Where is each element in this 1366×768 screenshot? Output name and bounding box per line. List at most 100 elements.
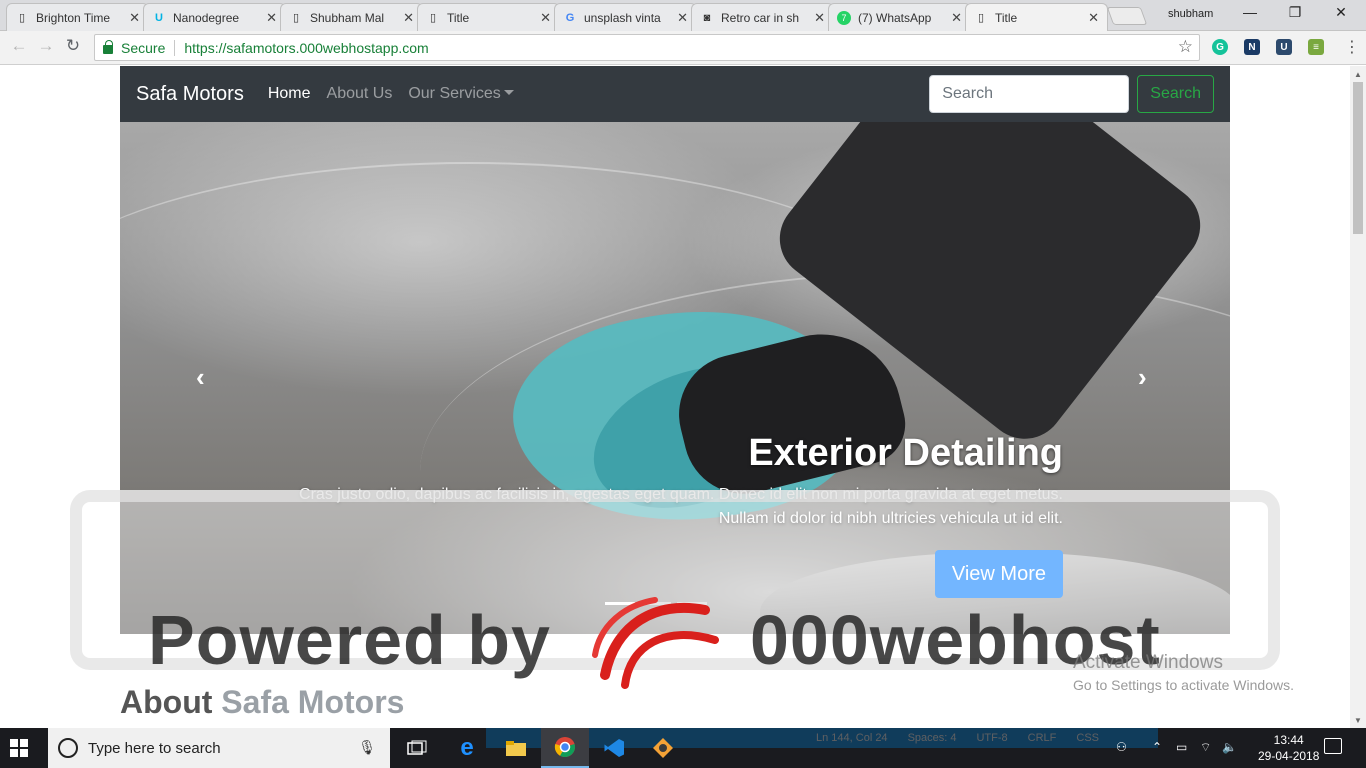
grammarly-icon[interactable]: G — [1212, 39, 1228, 55]
close-tab-icon[interactable]: ✕ — [266, 10, 277, 26]
microphone-icon[interactable]: 🎙 — [358, 739, 376, 756]
close-tab-icon[interactable]: ✕ — [540, 10, 551, 26]
google-icon: G — [565, 11, 575, 24]
git-kraken-icon[interactable] — [639, 728, 687, 768]
maximize-icon[interactable]: ❐ — [1285, 4, 1305, 21]
editor-status-item: Spaces: 4 — [907, 732, 957, 744]
editor-status-item: UTF-8 — [976, 732, 1008, 744]
extension-sheet-icon[interactable]: ≡ — [1308, 39, 1324, 55]
browser-tab[interactable]: ▯ Title ✕ — [417, 3, 560, 31]
taskbar-search-placeholder: Type here to search — [88, 739, 221, 757]
windows-taskbar: Type here to search 🎙 Ln 144, Col 24 Spa… — [0, 728, 1366, 768]
tab-title: Title — [447, 10, 470, 25]
taskbar-search-box[interactable]: Type here to search 🎙 — [48, 728, 390, 768]
windows-start-icon[interactable] — [10, 739, 28, 757]
file-explorer-icon[interactable] — [492, 728, 540, 768]
clock-date: 29-04-2018 — [1258, 749, 1320, 763]
new-tab-button[interactable] — [1106, 7, 1148, 25]
browser-tab[interactable]: ◙ Retro car in sh ✕ — [691, 3, 834, 31]
close-window-icon[interactable]: ✕ — [1331, 4, 1351, 21]
profile-name[interactable]: shubham — [1168, 8, 1213, 20]
nav-services-label: Our Services — [408, 85, 501, 102]
scroll-down-icon[interactable]: ▼ — [1354, 716, 1362, 725]
divider — [174, 39, 176, 56]
about-heading: About Safa Motors — [120, 684, 404, 721]
browser-tab[interactable]: G unsplash vinta ✕ — [554, 3, 697, 31]
battery-icon[interactable]: ▭ — [1176, 740, 1187, 754]
browser-tab[interactable]: 7 (7) WhatsApp ✕ — [828, 3, 971, 31]
activate-title: Activate Windows — [1073, 652, 1223, 673]
browser-tab[interactable]: U Nanodegree ✕ — [143, 3, 286, 31]
page-icon: ▯ — [429, 12, 437, 24]
000webhost-logo-icon — [592, 597, 719, 689]
secure-label: Secure — [121, 39, 166, 56]
close-tab-icon[interactable]: ✕ — [129, 10, 140, 26]
nav-about[interactable]: About Us — [327, 85, 393, 103]
scrollbar-thumb[interactable] — [1353, 82, 1363, 234]
slide-title: Exterior Detailing — [748, 432, 1063, 474]
tab-title: Nanodegree — [173, 10, 240, 25]
people-icon[interactable]: ⚇ — [1116, 740, 1127, 754]
reload-icon[interactable]: ↻ — [62, 36, 84, 56]
nav-services-dropdown[interactable]: Our Services — [408, 85, 514, 103]
activate-windows-notice: Activate Windows Go to Settings to activ… — [1073, 652, 1294, 693]
about-heading-highlight: Safa Motors — [221, 684, 405, 720]
cortana-icon — [58, 738, 78, 758]
udacity-icon: U — [155, 11, 163, 24]
carousel-next-icon[interactable]: › — [1138, 362, 1147, 393]
taskbar-clock[interactable]: 13:44 29-04-2018 — [1258, 732, 1319, 764]
url-text[interactable]: https://safamotors.000webhostapp.com — [184, 40, 428, 56]
about-heading-prefix: About — [120, 684, 213, 720]
edge-icon[interactable]: e — [443, 728, 491, 768]
site-search-button[interactable]: Search — [1137, 75, 1214, 113]
task-view-icon[interactable] — [393, 728, 441, 768]
tab-title: Title — [995, 10, 1018, 25]
close-tab-icon[interactable]: ✕ — [951, 10, 962, 26]
activate-subtitle: Go to Settings to activate Windows. — [1073, 677, 1294, 693]
nav-home[interactable]: Home — [268, 85, 311, 103]
camera-icon: ◙ — [703, 11, 711, 24]
volume-icon[interactable]: 🔈 — [1222, 740, 1237, 754]
page-scrollbar[interactable]: ▲ ▼ — [1350, 66, 1366, 728]
lock-icon — [103, 39, 113, 54]
browser-tab[interactable]: ▯ Brighton Time ✕ — [6, 3, 149, 31]
minimize-icon[interactable]: — — [1240, 4, 1260, 20]
site-search-input[interactable] — [929, 75, 1130, 113]
close-tab-icon[interactable]: ✕ — [814, 10, 825, 26]
site-brand[interactable]: Safa Motors — [136, 83, 244, 106]
scroll-up-icon[interactable]: ▲ — [1354, 70, 1362, 79]
bookmark-star-icon[interactable]: ☆ — [1178, 37, 1193, 57]
editor-status-item: Ln 144, Col 24 — [816, 732, 888, 744]
editor-status-item: CSS — [1076, 732, 1100, 744]
browser-tab-active[interactable]: ▯ Title ✕ — [965, 3, 1108, 31]
carousel-prev-icon[interactable]: ‹ — [196, 362, 205, 393]
clock-time: 13:44 — [1273, 733, 1304, 747]
close-tab-icon[interactable]: ✕ — [1088, 10, 1099, 26]
menu-icon[interactable]: ⋮ — [1344, 37, 1360, 57]
browser-toolbar: ← → ↻ Secure https://safamotors.000webho… — [0, 31, 1366, 65]
tab-title: (7) WhatsApp — [858, 10, 932, 25]
browser-tab-strip: ▯ Brighton Time ✕ U Nanodegree ✕ ▯ Shubh… — [0, 0, 1366, 31]
close-tab-icon[interactable]: ✕ — [403, 10, 414, 26]
extension-n-icon[interactable]: N — [1244, 39, 1260, 55]
editor-status-item: CRLF — [1027, 732, 1057, 744]
page-icon: ▯ — [292, 12, 300, 24]
browser-tab[interactable]: ▯ Shubham Mal ✕ — [280, 3, 423, 31]
back-icon[interactable]: ← — [8, 36, 30, 56]
wifi-icon[interactable]: ⌔ — [1200, 740, 1211, 755]
close-tab-icon[interactable]: ✕ — [677, 10, 688, 26]
vscode-icon[interactable] — [590, 728, 638, 768]
tab-title: unsplash vinta — [584, 10, 661, 25]
forward-icon[interactable]: → — [35, 36, 57, 56]
extension-u-icon[interactable]: U — [1276, 39, 1292, 55]
whatsapp-icon: 7 — [837, 10, 851, 25]
page-icon: ▯ — [977, 12, 985, 24]
page-icon: ▯ — [18, 12, 26, 24]
tab-title: Retro car in sh — [721, 10, 800, 25]
tray-chevron-icon[interactable]: ⌃ — [1152, 740, 1162, 754]
chrome-icon[interactable] — [541, 728, 589, 768]
site-navbar: Safa Motors Home About Us Our Services S… — [120, 66, 1230, 122]
tab-title: Shubham Mal — [310, 10, 385, 25]
address-bar[interactable]: Secure https://safamotors.000webhostapp.… — [94, 34, 1200, 61]
action-center-icon[interactable] — [1324, 738, 1342, 754]
